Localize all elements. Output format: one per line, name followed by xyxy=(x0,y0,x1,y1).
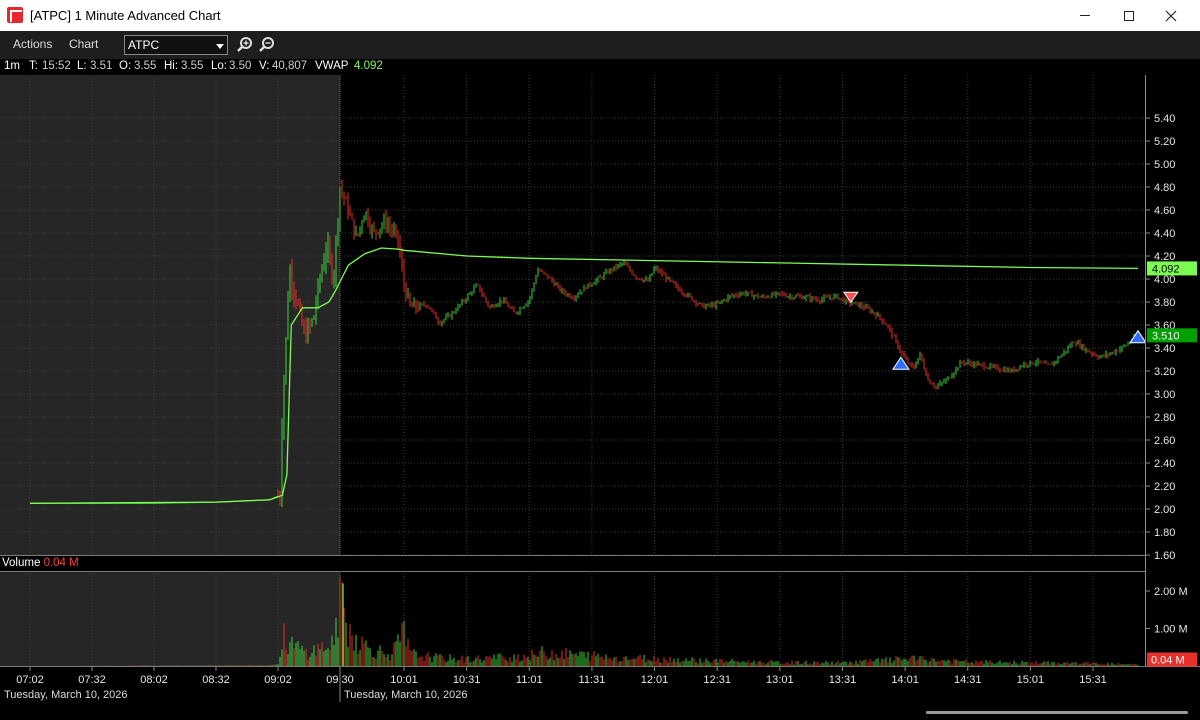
x-tick-label: 15:01 xyxy=(1017,674,1045,686)
low-label: Lo: xyxy=(211,60,227,72)
y-tick-label: 2.00 xyxy=(1154,504,1175,516)
zoom-out-icon[interactable] xyxy=(258,36,276,54)
volume-label: V: xyxy=(259,60,270,72)
title-bar: [ATPC] 1 Minute Advanced Chart xyxy=(0,0,1200,31)
time-label: T: xyxy=(29,60,38,72)
volume-panel-label: Volume 0.04 M xyxy=(2,557,79,569)
app-icon xyxy=(7,7,23,23)
volume-value: 40,807 xyxy=(272,60,308,72)
x-tick-label: 14:31 xyxy=(954,674,982,686)
minimize-button[interactable] xyxy=(1062,0,1108,31)
close-icon xyxy=(1165,10,1177,21)
vwap-value: 4.092 xyxy=(354,60,383,72)
volume-value-badge-text: 0.04 M xyxy=(1151,655,1185,667)
y-tick-label: 2.40 xyxy=(1154,458,1175,470)
y-tick-label: 3.20 xyxy=(1154,366,1175,378)
horizontal-scrollbar[interactable] xyxy=(926,711,1188,714)
minimize-icon xyxy=(1080,15,1090,16)
menu-chart[interactable]: Chart xyxy=(69,37,98,51)
last-price-badge-text: 3.510 xyxy=(1152,330,1180,342)
y-tick-label: 2.80 xyxy=(1154,412,1175,424)
x-tick-label: 09:02 xyxy=(264,674,292,686)
y-tick-label: 3.80 xyxy=(1154,297,1175,309)
x-tick-label: 12:31 xyxy=(703,674,731,686)
x-tick-label: 07:32 xyxy=(78,674,106,686)
volume-panel-value: 0.04 M xyxy=(43,557,79,569)
open-value: 3.55 xyxy=(134,60,157,72)
high-label: Hi: xyxy=(164,60,179,72)
x-tick-label: 11:31 xyxy=(579,674,606,686)
volume-panel-title: Volume xyxy=(2,557,41,569)
x-tick-label: 07:02 xyxy=(16,674,44,686)
y-tick-label: 3.00 xyxy=(1154,389,1175,401)
y-tick-label: 4.40 xyxy=(1154,228,1175,240)
volume-tick-label: 2.00 M xyxy=(1154,586,1188,598)
regular-date-label: Tuesday, March 10, 2026 xyxy=(344,689,468,701)
window-title: [ATPC] 1 Minute Advanced Chart xyxy=(30,8,221,23)
time-value: 15:52 xyxy=(42,60,71,72)
x-tick-label: 08:02 xyxy=(140,674,168,686)
low-value: 3.50 xyxy=(229,60,252,72)
y-tick-label: 3.40 xyxy=(1154,343,1175,355)
volume-header-strip xyxy=(0,555,1200,572)
last-value: 3.51 xyxy=(90,60,113,72)
vwap-label: VWAP xyxy=(315,60,349,72)
symbol-dropdown[interactable]: ATPC xyxy=(124,35,228,55)
last-label: L: xyxy=(77,60,87,72)
x-tick-label: 14:01 xyxy=(891,674,919,686)
zoom-in-icon[interactable] xyxy=(236,36,254,54)
y-tick-label: 4.80 xyxy=(1154,182,1175,194)
y-tick-label: 4.20 xyxy=(1154,251,1175,263)
y-tick-label: 4.60 xyxy=(1154,205,1175,217)
vwap-price-badge-text: 4.092 xyxy=(1152,263,1180,275)
y-tick-label: 2.60 xyxy=(1154,435,1175,447)
menu-actions[interactable]: Actions xyxy=(13,37,52,51)
buy-marker xyxy=(1129,329,1147,344)
symbol-value: ATPC xyxy=(128,38,160,52)
volume-tick-label: 1.00 M xyxy=(1154,624,1188,636)
x-tick-label: 12:01 xyxy=(641,674,669,686)
premarket-date-label: Tuesday, March 10, 2026 xyxy=(4,689,128,701)
y-tick-label: 2.20 xyxy=(1154,481,1175,493)
x-tick-label: 11:01 xyxy=(516,674,543,686)
open-label: O: xyxy=(119,60,132,72)
x-tick-label: 10:01 xyxy=(390,674,418,686)
buy-marker xyxy=(891,356,910,370)
chevron-down-icon xyxy=(216,44,224,49)
interval-label: 1m xyxy=(4,60,20,72)
x-tick-label: 13:01 xyxy=(766,674,794,686)
y-tick-label: 1.80 xyxy=(1154,527,1175,539)
quote-info-bar: 1m T: 15:52 L: 3.51 O: 3.55 Hi: 3.55 Lo:… xyxy=(0,59,1200,75)
y-tick-label: 5.00 xyxy=(1154,159,1175,171)
y-tick-label: 1.60 xyxy=(1154,550,1175,562)
y-tick-label: 5.40 xyxy=(1154,113,1175,125)
y-tick-label: 5.20 xyxy=(1154,136,1175,148)
price-chart[interactable]: 5.405.205.004.804.604.404.204.003.803.60… xyxy=(0,75,1200,711)
x-tick-label: 08:32 xyxy=(202,674,230,686)
maximize-icon xyxy=(1124,10,1134,21)
x-tick-label: 10:31 xyxy=(453,674,481,686)
high-value: 3.55 xyxy=(181,60,204,72)
close-button[interactable] xyxy=(1148,0,1194,31)
y-tick-label: 4.00 xyxy=(1154,274,1175,286)
maximize-button[interactable] xyxy=(1106,0,1152,31)
x-tick-label: 13:31 xyxy=(829,674,857,686)
x-tick-label: 15:31 xyxy=(1079,674,1107,686)
trade-markers xyxy=(842,291,1147,370)
